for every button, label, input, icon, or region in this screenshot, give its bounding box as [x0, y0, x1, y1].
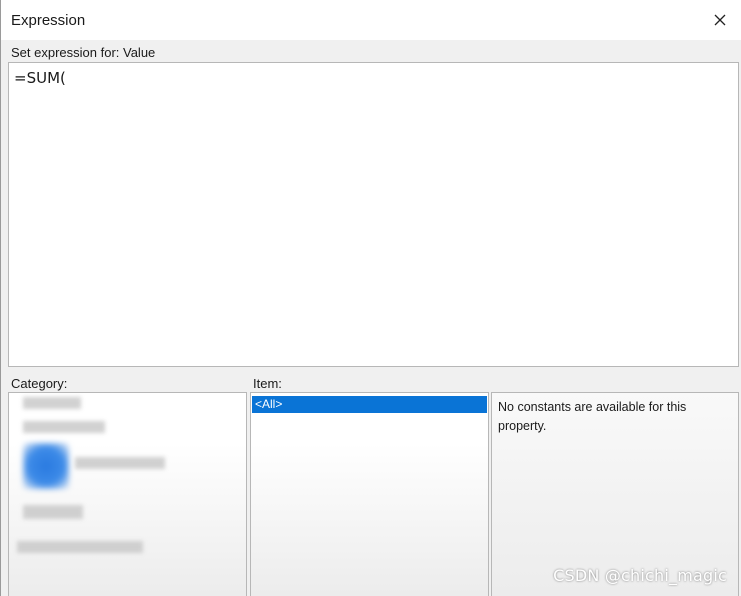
- blurred-category-icon: [23, 443, 69, 489]
- close-button[interactable]: [698, 0, 741, 40]
- window-title: Expression: [11, 12, 86, 29]
- blurred-text: [17, 541, 143, 553]
- title-bar: Expression: [1, 0, 741, 40]
- item-row-all[interactable]: <All>: [252, 396, 487, 413]
- close-icon: [714, 14, 726, 26]
- expression-dialog: Expression Set expression for: Value Cat…: [0, 0, 741, 596]
- watermark: CSDN @chichi_magic: [553, 566, 727, 585]
- category-list[interactable]: [8, 392, 247, 596]
- blurred-text: [23, 397, 81, 409]
- category-label: Category:: [11, 376, 68, 391]
- item-list[interactable]: <All>: [250, 392, 489, 596]
- expression-label: Set expression for: Value: [11, 45, 156, 60]
- category-item-5[interactable]: [9, 535, 246, 557]
- category-item-2[interactable]: [9, 417, 246, 439]
- description-text: No constants are available for this prop…: [498, 400, 687, 433]
- blurred-text: [75, 457, 165, 469]
- category-item-1[interactable]: [9, 393, 246, 415]
- blurred-text: [23, 505, 83, 519]
- item-label: Item:: [253, 376, 282, 391]
- category-item-selected[interactable]: [9, 441, 246, 491]
- expression-input[interactable]: [8, 62, 739, 367]
- category-item-4[interactable]: [9, 501, 246, 523]
- blurred-text: [23, 421, 105, 433]
